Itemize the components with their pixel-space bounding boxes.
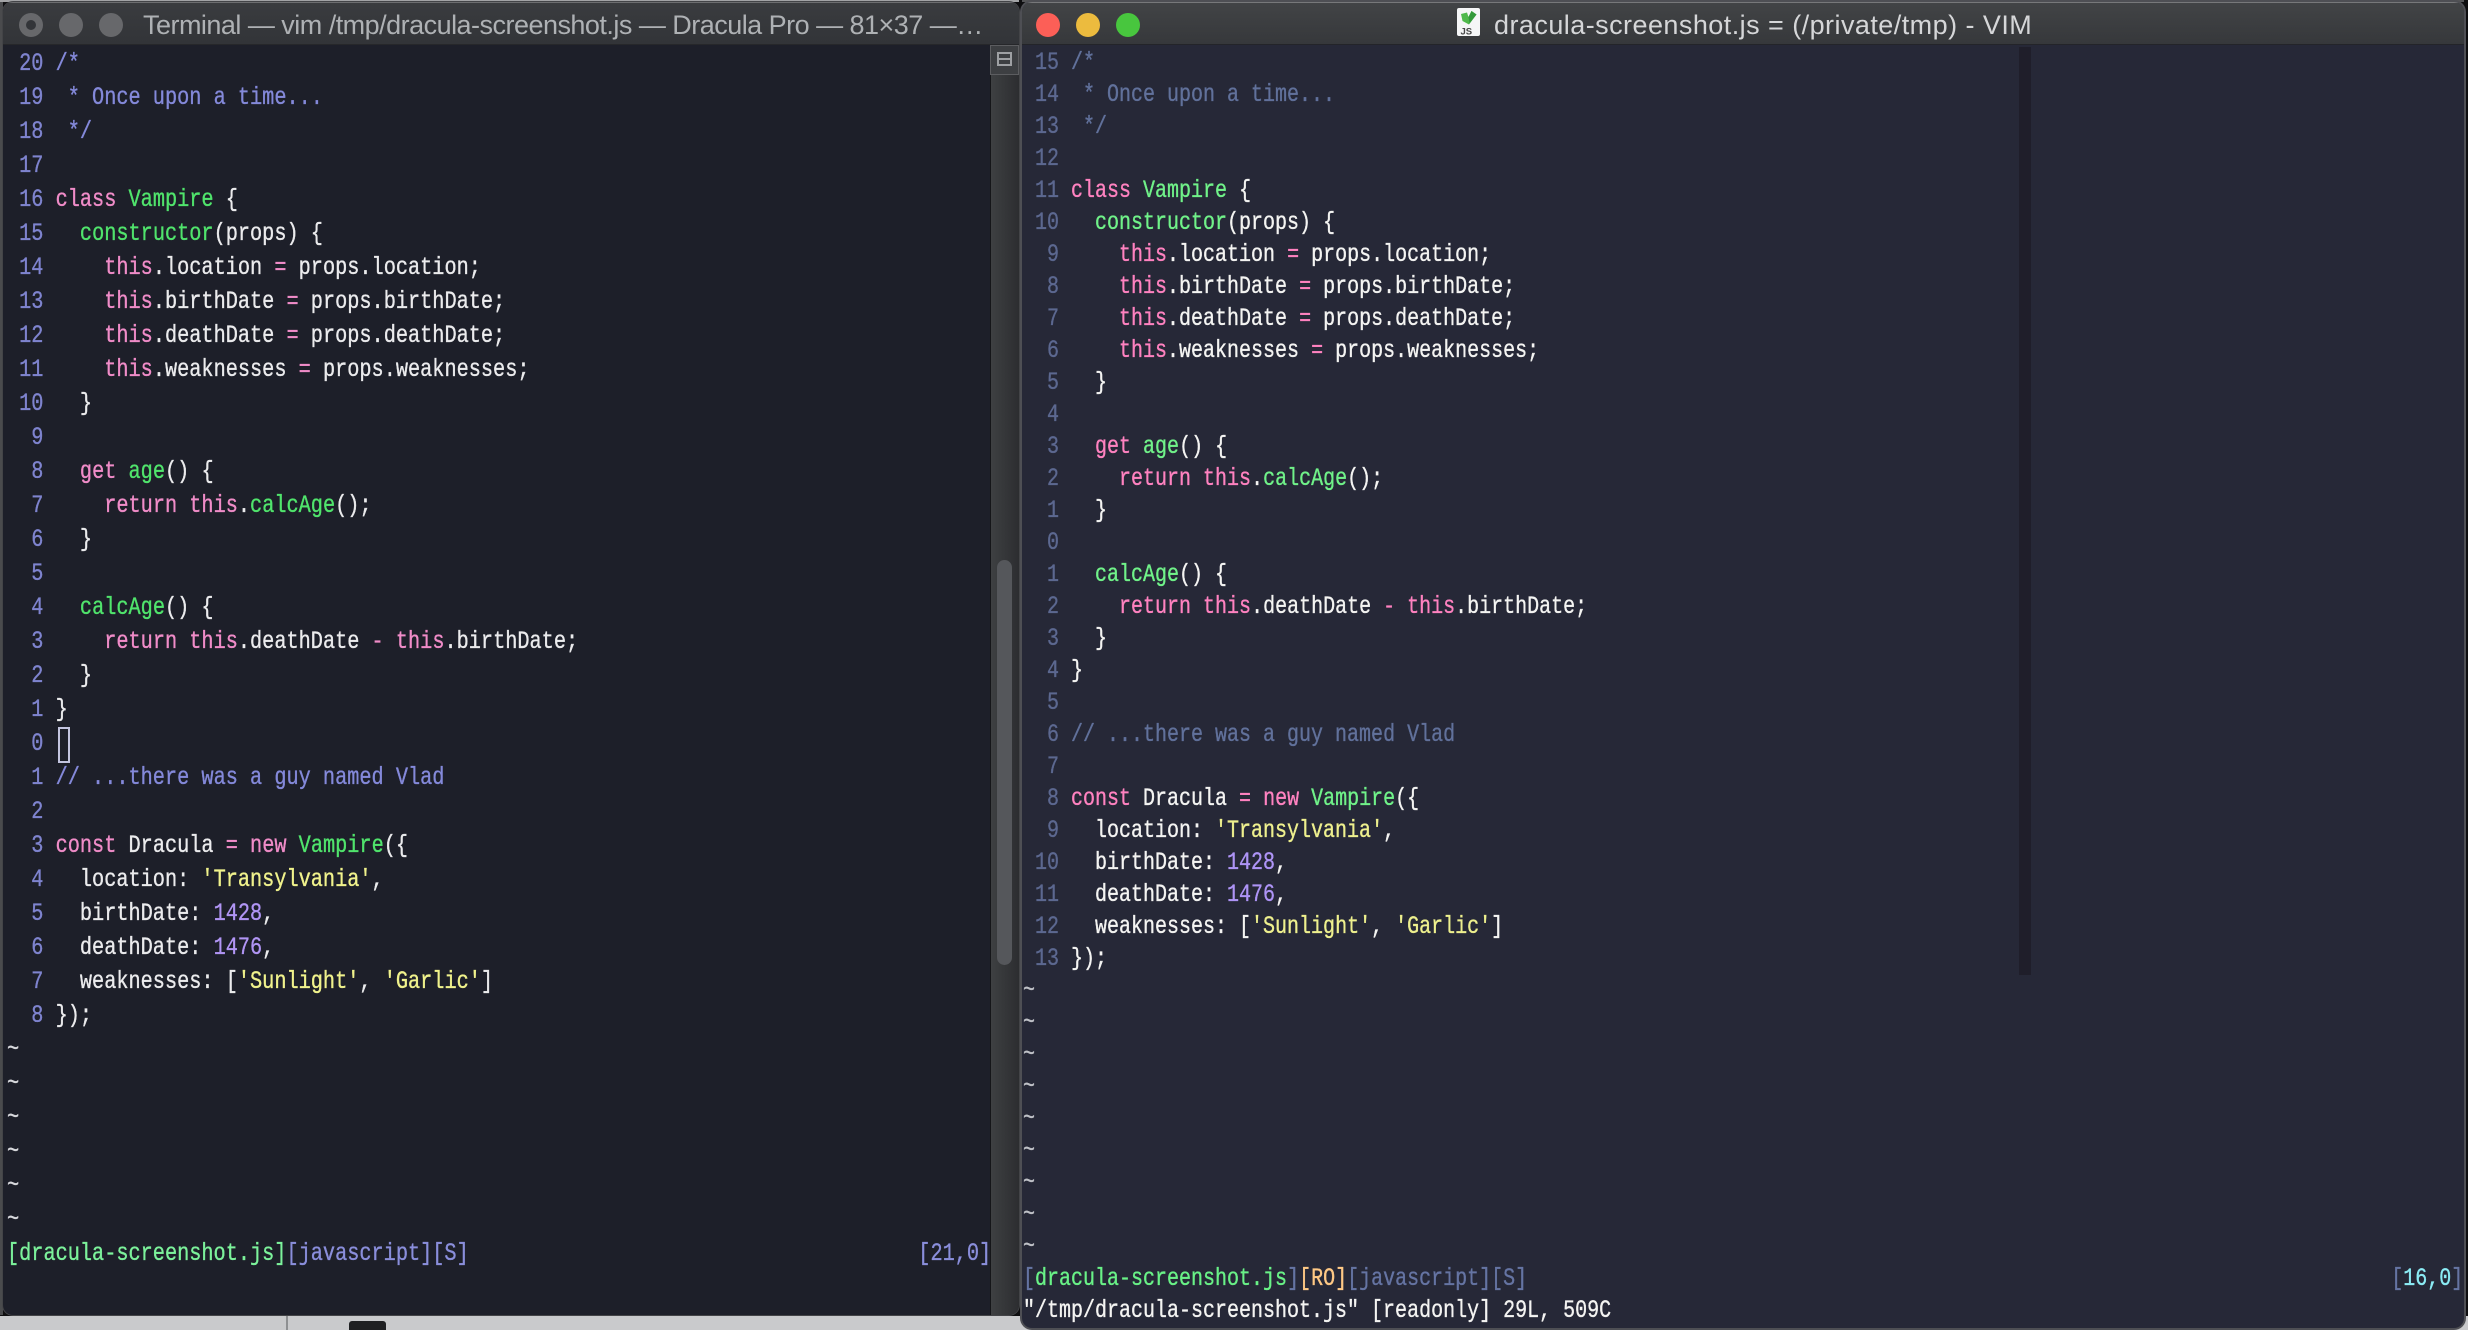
- svg-text:JS: JS: [1461, 27, 1473, 37]
